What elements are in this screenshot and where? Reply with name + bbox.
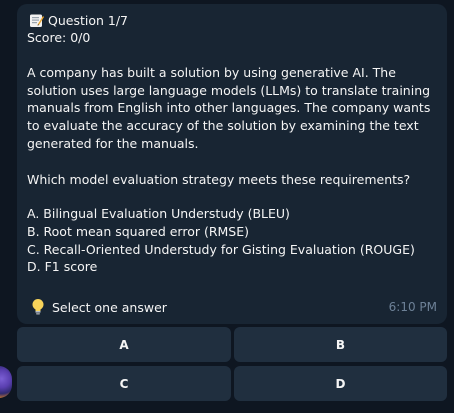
answer-button-d[interactable]: D (234, 366, 447, 401)
question-prompt: Which model evaluation strategy meets th… (27, 171, 437, 189)
answer-button-c[interactable]: C (17, 366, 231, 401)
option-a: A. Bilingual Evaluation Understudy (BLEU… (27, 206, 290, 222)
quiz-message-bubble: Question 1/7 Score: 0/0 A company has bu… (17, 4, 447, 324)
answer-button-a[interactable]: A (17, 327, 231, 362)
message-footer: Select one answer 6:10 PM (27, 298, 437, 316)
score-text: Score: 0/0 (27, 30, 91, 45)
question-header: Question 1/7 (27, 12, 437, 29)
option-b: B. Root mean squared error (RMSE) (27, 223, 250, 239)
memo-icon (29, 13, 44, 28)
select-hint: Select one answer (27, 298, 167, 316)
question-body: A company has built a solution by using … (27, 65, 431, 151)
question-prompt-text: Which model evaluation strategy meets th… (27, 171, 411, 187)
answer-options-list: A. Bilingual Evaluation Understudy (BLEU… (27, 205, 437, 276)
select-hint-text: Select one answer (52, 299, 167, 315)
question-paragraph: A company has built a solution by using … (27, 64, 437, 153)
question-number: Question 1/7 (48, 13, 128, 28)
light-bulb-icon (31, 298, 45, 316)
answer-button-b[interactable]: B (234, 327, 447, 362)
option-d: D. F1 score (27, 259, 98, 275)
message-time: 6:10 PM (388, 300, 437, 314)
sender-avatar[interactable] (0, 366, 12, 398)
option-c: C. Recall-Oriented Understudy for Gistin… (27, 241, 415, 257)
